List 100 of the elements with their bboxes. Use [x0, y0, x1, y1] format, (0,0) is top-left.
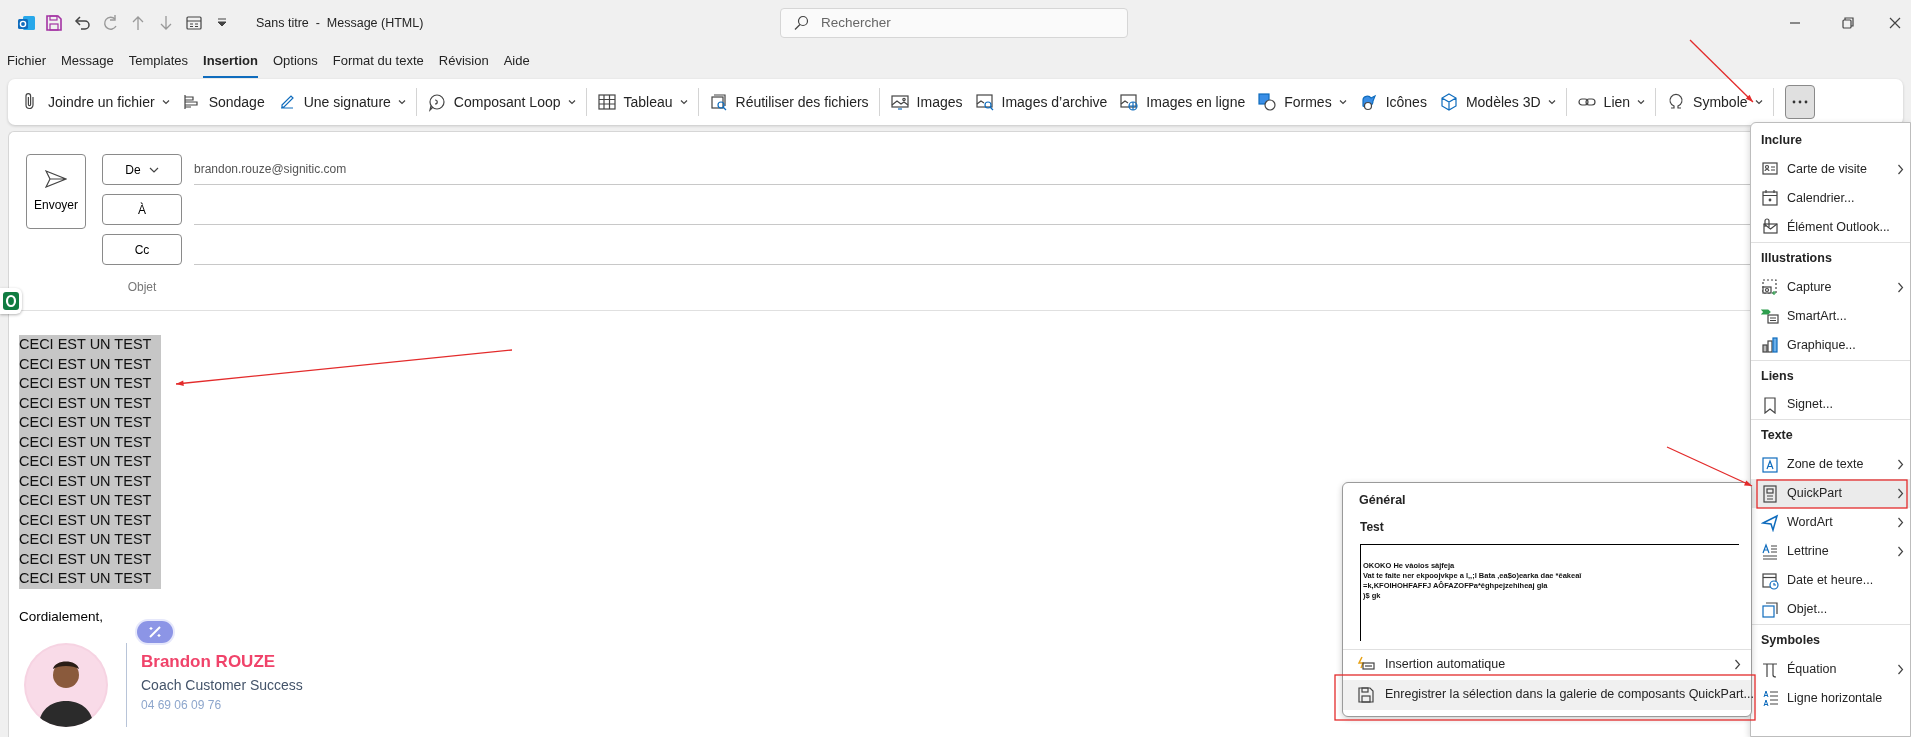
body-text-line: CECI EST UN TEST [19, 354, 153, 374]
table-icon [596, 92, 617, 112]
restore-icon [1842, 17, 1854, 29]
menu-item[interactable]: Lettrine [1751, 537, 1910, 566]
menu-tab[interactable]: Révision [438, 46, 489, 78]
menu-item[interactable]: Insertion automatique [1343, 649, 1751, 680]
ribbon-button[interactable]: Réutiliser des fichiers [703, 86, 874, 118]
rewrite-button[interactable] [137, 621, 173, 643]
chevron-down-icon [148, 166, 159, 173]
ribbon-button[interactable]: Images [884, 86, 968, 118]
pi-icon [1761, 660, 1779, 679]
search-icon [793, 15, 809, 31]
menu-item[interactable]: Signet... [1751, 390, 1910, 420]
ribbon-button[interactable]: Lien [1571, 86, 1651, 118]
menu-item[interactable]: Calendrier... [1751, 183, 1910, 213]
ribbon-button[interactable]: Composant Loop [421, 86, 581, 118]
document-parts-icon [1761, 484, 1779, 503]
menu-item[interactable]: Capture [1751, 272, 1910, 302]
body-text-line: CECI EST UN TEST [19, 413, 153, 432]
body-text-line: CECI EST UN TEST [19, 569, 153, 588]
signature-name: Brandon ROUZE [141, 651, 277, 673]
outlook-icon [16, 13, 36, 33]
chevron-right-icon [1897, 459, 1904, 470]
chevron-right-icon [1897, 546, 1904, 557]
chevron-down-icon [1754, 99, 1763, 105]
search-field[interactable]: Rechercher [780, 8, 1128, 38]
image-globe-icon [1119, 92, 1140, 112]
menu-item[interactable]: Objet... [1751, 595, 1910, 624]
cube-icon [1438, 92, 1459, 112]
chevron-down-icon [1338, 99, 1347, 105]
more-options-button[interactable] [1784, 85, 1815, 119]
chevron-right-icon [1897, 163, 1904, 175]
menu-item[interactable]: Graphique... [1751, 330, 1910, 360]
menu-item[interactable]: WordArt [1751, 508, 1910, 537]
menu-item[interactable]: Enregistrer la sélection dans la galerie de composants QuickPart... [1343, 679, 1751, 710]
from-button[interactable]: De [102, 154, 182, 185]
chevron-down-icon [1637, 99, 1646, 105]
chat-bubble-icon [426, 92, 447, 112]
menu-item[interactable]: Équation [1751, 654, 1910, 684]
menu-item[interactable]: SmartArt... [1751, 301, 1910, 331]
sender-address: brandon.rouze@signitic.com [194, 161, 347, 178]
add-in-button[interactable] [0, 288, 22, 314]
search-input[interactable]: Rechercher [819, 11, 1119, 35]
menu-item[interactable]: Zone de texte [1751, 450, 1910, 479]
subject-label: Objet [126, 279, 158, 296]
signature-title: Coach Customer Success [141, 675, 303, 695]
menu-tab[interactable]: Templates [128, 46, 188, 78]
ribbon-button[interactable]: Icônes [1353, 86, 1432, 118]
cc-button[interactable]: Cc [102, 234, 182, 265]
send-button[interactable]: Envoyer [26, 154, 86, 229]
ribbon-button[interactable]: Symbole [1661, 86, 1768, 118]
menu-item[interactable]: Élément Outlook... [1751, 212, 1910, 242]
shapes-icon [1257, 92, 1278, 112]
body-text-line: CECI EST UN TEST [19, 510, 153, 530]
bookmark-icon [1761, 395, 1779, 414]
more-icon [1791, 100, 1808, 104]
body-text-line: CECI EST UN TEST [19, 374, 153, 393]
close-icon [1889, 17, 1901, 29]
menu-item[interactable]: Date et heure... [1751, 566, 1910, 595]
menu-tab[interactable]: Message [61, 46, 114, 78]
menu-tab[interactable]: Fichier [7, 46, 46, 78]
window-title: Sans titre - Message (HTML) [256, 14, 424, 32]
body-text-line: CECI EST UN TEST [19, 432, 153, 452]
bar-chart-icon [1761, 336, 1779, 354]
chevron-down-icon [161, 99, 170, 105]
chevron-right-icon [1897, 488, 1904, 499]
ribbon-button[interactable]: Sondage [176, 86, 270, 118]
chevron-right-icon [1734, 659, 1741, 671]
ribbon-button[interactable]: Images en ligne [1114, 86, 1251, 118]
wordart-icon [1761, 513, 1779, 532]
ribbon-button[interactable]: Tableau [591, 86, 693, 118]
body-text-line: CECI EST UN TEST [19, 471, 153, 491]
body-text-line: CECI EST UN TEST [19, 530, 153, 549]
menu-tab[interactable]: Options [272, 46, 318, 78]
ribbon-button[interactable]: Une signature [271, 86, 411, 118]
ribbon-button[interactable]: Modèles 3D [1433, 86, 1561, 118]
text-box-icon [1761, 455, 1779, 474]
object-icon [1761, 600, 1779, 619]
body-text-line: CECI EST UN TEST [19, 393, 153, 413]
closing-text: Cordialement, [19, 607, 105, 626]
chevron-right-icon [1897, 517, 1904, 528]
send-icon [45, 169, 67, 188]
menu-item[interactable]: Carte de visite [1751, 154, 1910, 184]
entry-title: Test [1359, 518, 1385, 536]
chevron-down-icon [567, 99, 576, 105]
menu-tab[interactable]: Format du texte [332, 46, 424, 78]
to-button[interactable]: À [102, 194, 182, 225]
menu-item[interactable]: Ligne horizontale [1751, 683, 1910, 713]
ring-icon [3, 292, 19, 310]
chevron-down-icon [1547, 99, 1556, 105]
chevron-down-icon [679, 99, 688, 105]
menu-section-heading: Inclure [1760, 132, 1803, 149]
ribbon-button[interactable]: Images d’archive [969, 86, 1113, 118]
documents-search-icon [708, 92, 729, 112]
image-search-icon [974, 92, 995, 112]
ribbon-button[interactable]: Joindre un fichier [16, 86, 175, 118]
horizontal-line-icon [1761, 689, 1779, 708]
menu-tab[interactable]: Aide [503, 46, 530, 78]
body-text-line: CECI EST UN TEST [19, 335, 153, 354]
ribbon-button[interactable]: Formes [1252, 86, 1352, 118]
